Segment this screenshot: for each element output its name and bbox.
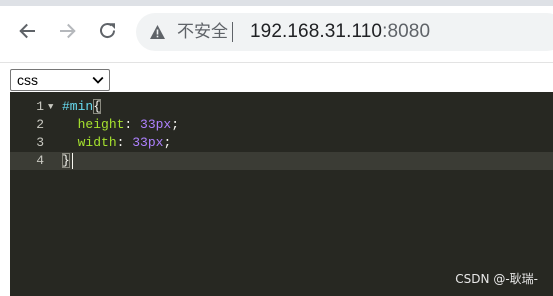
colon: : xyxy=(124,117,141,132)
code-line: 1 ▼ #min{ xyxy=(10,98,553,116)
language-select-value: css xyxy=(17,72,38,88)
security-status-label[interactable]: 不安全 xyxy=(177,22,228,42)
fold-toggle-icon[interactable]: ▼ xyxy=(48,98,53,116)
reload-icon xyxy=(100,23,116,39)
code-line: 2 height: 33px; xyxy=(10,116,553,134)
css-selector: #min xyxy=(62,99,94,114)
url-host: 192.168.31.110 xyxy=(250,21,383,42)
open-brace: { xyxy=(93,99,102,114)
css-property: height xyxy=(77,117,125,132)
forward-arrow-icon xyxy=(60,23,76,39)
close-brace: } xyxy=(62,153,70,168)
css-value: 33px xyxy=(132,135,164,150)
language-select[interactable]: css xyxy=(10,69,110,91)
code-text: height: 33px; xyxy=(62,116,179,134)
semicolon: ; xyxy=(171,117,180,132)
url-text[interactable]: 192.168.31.110:8080 xyxy=(250,21,430,43)
toolbar-divider xyxy=(0,62,553,63)
code-editor[interactable]: 1 ▼ #min{ 2 height: 33px; 3 width: 33px;… xyxy=(10,92,553,296)
address-separator xyxy=(232,22,233,42)
watermark: CSDN @-耿瑞- xyxy=(455,272,538,286)
text-cursor xyxy=(72,153,73,169)
line-number: 3 xyxy=(36,135,44,150)
browser-toolbar: 不安全 192.168.31.110:8080 xyxy=(0,0,553,62)
line-number: 2 xyxy=(36,117,44,132)
css-property: width xyxy=(77,135,117,150)
reload-button[interactable] xyxy=(95,18,121,44)
code-text: #min{ xyxy=(62,98,102,116)
warning-icon[interactable] xyxy=(149,24,166,40)
back-arrow-icon xyxy=(19,23,35,39)
chevron-down-icon xyxy=(92,76,104,84)
tab-strip-edge xyxy=(0,0,553,6)
code-text: } xyxy=(62,152,70,170)
code-line-active: 4 } xyxy=(10,152,553,170)
url-port: :8080 xyxy=(382,21,431,42)
code-line: 3 width: 33px; xyxy=(10,134,553,152)
line-number: 4 xyxy=(36,153,44,168)
line-number: 1 xyxy=(36,99,44,114)
colon: : xyxy=(116,135,133,150)
code-text: width: 33px; xyxy=(62,134,172,152)
css-value: 33px xyxy=(140,117,172,132)
forward-button[interactable] xyxy=(55,18,81,44)
address-bar[interactable]: 不安全 192.168.31.110:8080 xyxy=(136,13,553,51)
semicolon: ; xyxy=(163,135,172,150)
back-button[interactable] xyxy=(14,18,40,44)
